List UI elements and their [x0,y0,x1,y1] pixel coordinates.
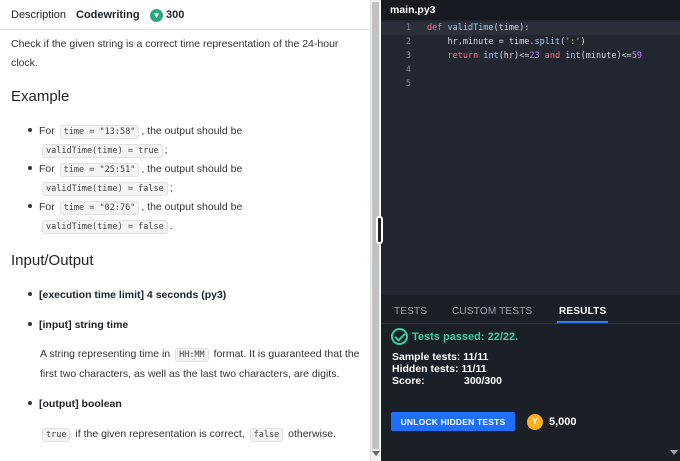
output-spec: [output] boolean [28,398,122,410]
example-end: . [169,220,173,232]
task-header: Description Codewriting ▼ 300 [0,0,370,30]
example-middle: , the output should be [141,201,243,213]
coin-balance: 5,000 [549,416,577,428]
tab-custom-tests[interactable]: CUSTOM TESTS [452,306,532,317]
scroll-down-icon[interactable] [670,450,678,455]
line-number: 2 [405,37,411,47]
results-tab-bar: TESTS CUSTOM TESTS RESULTS [381,300,680,324]
output-true-code: true [42,428,71,442]
check-circle-icon [391,328,408,345]
editor-panel: main.py3 1 2 3 4 5 def validTime(time): … [381,0,680,461]
task-description: Check if the given string is a correct t… [11,38,339,69]
code-editor[interactable]: 1 2 3 4 5 def validTime(time): hr,minute… [381,20,680,295]
unlock-hidden-tests-button[interactable]: UNLOCK HIDDEN TESTS [391,412,515,431]
editor-scrollbar[interactable] [670,20,680,461]
example-input: time = "25:51" [59,163,140,177]
example-result: validTime(time) = false; [40,181,173,196]
time-limit: [execution time limit] 4 seconds (py3) [28,289,226,301]
bullet-icon [28,204,32,209]
example-prefix: For [39,201,55,213]
panel-resize-handle[interactable] [376,216,383,244]
scroll-down-icon[interactable] [372,451,380,456]
line-number: 3 [405,51,411,61]
code-line-3: return int(hr)<=23 and int(minute)<=59 [447,51,643,61]
bullet-icon [28,128,32,133]
input-desc-start: A string representing time in [40,348,171,360]
file-tab[interactable]: main.py3 [390,4,436,16]
line-number: 4 [405,65,411,75]
hidden-tests-stat: Hidden tests: 11/11 [392,363,487,375]
code-line-1: def validTime(time): [427,23,530,33]
active-tab-indicator [557,321,608,323]
example-item: For time = "25:51", the output should be [28,162,243,177]
example-call: validTime(time) = false [42,182,168,196]
coin-icon: ▼ [150,9,163,22]
output-desc-start: if the given representation is correct, [75,428,245,440]
example-result: validTime(time) = true; [40,143,168,158]
bullet-icon [28,401,32,406]
output-description: true if the given representation is corr… [40,425,362,445]
bullet-icon [28,292,32,297]
example-end: ; [164,144,168,156]
example-end: ; [169,182,173,194]
score-label: Score: [392,375,425,387]
example-prefix: For [39,125,55,137]
code-line-2: hr,minute = time.split(':') [427,37,586,47]
output-label: [output] boolean [39,398,122,410]
example-item: For time = "02:76", the output should be [28,200,243,215]
example-result: validTime(time) = false. [40,219,173,234]
sample-tests-stat: Sample tests: 11/11 [392,351,489,363]
tests-passed-status: Tests passed: 22/22. [412,331,519,343]
example-item: For time = "13:58", the output should be [28,124,243,139]
example-middle: , the output should be [141,125,243,137]
io-heading: Input/Output [11,252,94,269]
task-score: 300 [166,9,185,21]
line-number: 5 [405,79,411,89]
bullet-icon [28,166,32,171]
input-label: [input] string time [39,319,129,331]
score-value: 300/300 [464,375,502,387]
example-heading: Example [11,88,70,105]
tab-results[interactable]: RESULTS [559,306,606,317]
example-prefix: For [39,163,55,175]
example-middle: , the output should be [141,163,243,175]
example-input: time = "02:76" [59,201,140,215]
tab-codewriting[interactable]: Codewriting [76,9,140,21]
editor-tab-bar: main.py3 [381,0,680,20]
time-limit-label: [execution time limit] 4 seconds (py3) [39,289,227,301]
output-desc-end: otherwise. [288,428,336,440]
tab-description[interactable]: Description [11,9,66,21]
output-false-code: false [249,428,284,442]
coin-icon: Y [527,414,543,430]
active-line-highlight [381,22,680,35]
line-number: 1 [405,23,411,33]
description-panel: Description Codewriting ▼ 300 Check if t… [0,0,370,461]
input-description: A string representing time in HH:MM form… [40,345,362,384]
bullet-icon [28,322,32,327]
example-call: validTime(time) = true [42,144,163,158]
tab-tests[interactable]: TESTS [394,306,427,317]
input-format-code: HH:MM [175,348,209,362]
input-spec: [input] string time [28,319,128,331]
example-input: time = "13:58" [59,125,140,139]
example-call: validTime(time) = false [42,220,168,234]
